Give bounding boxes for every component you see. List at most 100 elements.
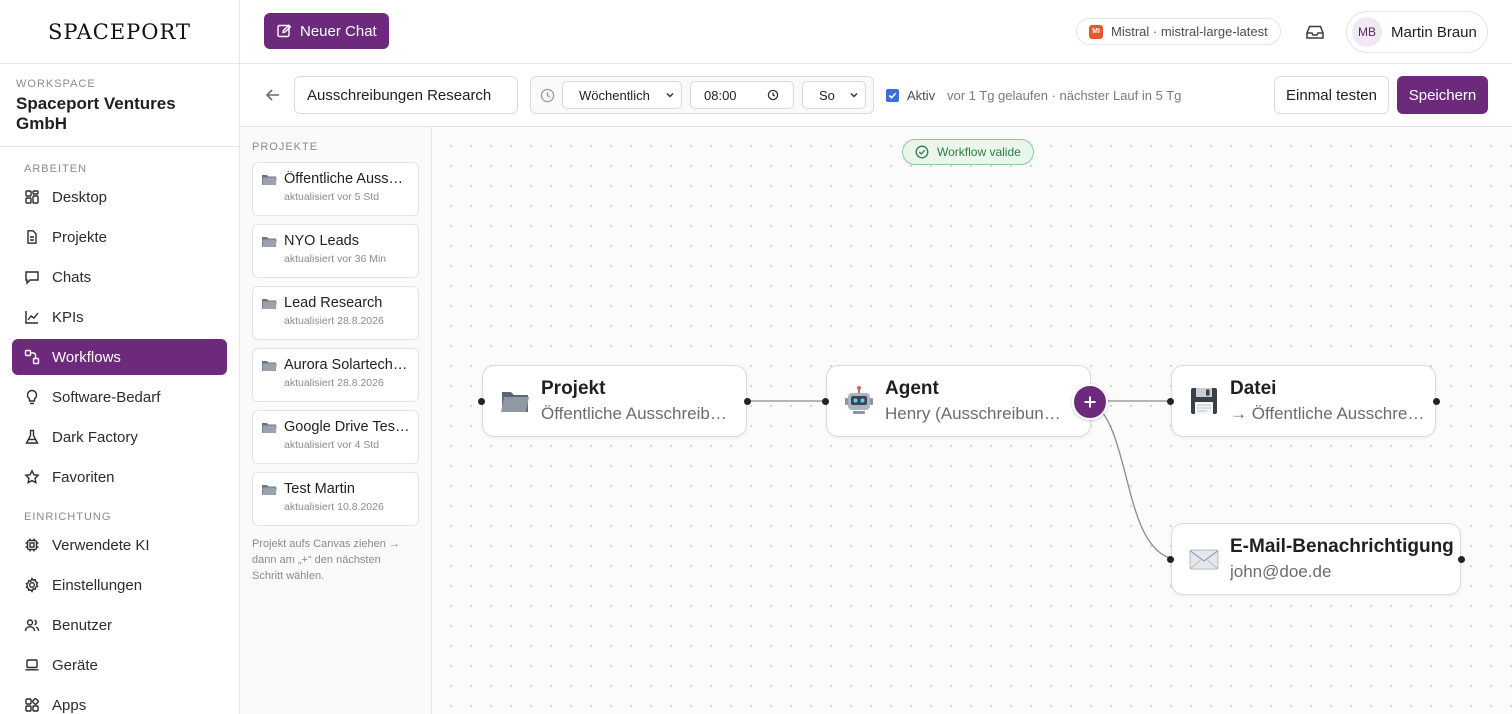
workflow-canvas[interactable]: Workflow valide Projekt Öffentliche Auss… bbox=[432, 127, 1512, 714]
project-updated: aktualisiert vor 36 Min bbox=[284, 253, 387, 265]
sidebar-item-label: Einstellungen bbox=[52, 576, 143, 594]
save-button[interactable]: Speichern bbox=[1397, 76, 1488, 114]
project-card[interactable]: NYO Leads aktualisiert vor 36 Min bbox=[252, 224, 419, 278]
frequency-select[interactable]: Wöchentlich bbox=[562, 81, 682, 109]
time-value: 08:00 bbox=[704, 87, 737, 103]
node-input-port[interactable] bbox=[1167, 398, 1174, 405]
node-email-benachrichtigung[interactable]: E-Mail-Benachrichtigung john@doe.de bbox=[1167, 523, 1465, 595]
floppy-disk-icon bbox=[1191, 388, 1217, 414]
edit-icon bbox=[277, 24, 292, 38]
test-once-button[interactable]: Einmal testen bbox=[1274, 76, 1389, 114]
sidebar-item-geraete[interactable]: Geräte bbox=[12, 647, 227, 683]
add-step-button[interactable] bbox=[1072, 384, 1108, 420]
project-card[interactable]: Lead Research aktualisiert 28.8.2026 bbox=[252, 286, 419, 340]
sidebar-item-label: Apps bbox=[52, 696, 87, 714]
project-updated: aktualisiert 28.8.2026 bbox=[284, 315, 384, 327]
folder-icon bbox=[262, 484, 277, 495]
model-selector[interactable]: MI Mistral · mistral-large-latest bbox=[1076, 18, 1281, 45]
robot-icon bbox=[845, 386, 873, 414]
workflow-status-badge: Workflow valide bbox=[902, 139, 1034, 165]
workspace-switcher[interactable]: WORKSPACE Spaceport Ventures GmbH bbox=[0, 64, 239, 147]
back-arrow-icon[interactable] bbox=[264, 86, 282, 104]
sidebar-item-label: Workflows bbox=[52, 348, 121, 366]
sidebar-item-projekte[interactable]: Projekte bbox=[12, 219, 227, 255]
node-output-port[interactable] bbox=[1433, 398, 1440, 405]
sidebar-item-dark-factory[interactable]: Dark Factory bbox=[12, 419, 227, 455]
project-card[interactable]: Test Martin aktualisiert 10.8.2026 bbox=[252, 472, 419, 526]
flask-icon bbox=[25, 429, 39, 444]
sidebar-nav-setup: Verwendete KI Einstellungen Benutzer Ger… bbox=[0, 527, 239, 714]
sidebar-item-verwendete-ki[interactable]: Verwendete KI bbox=[12, 527, 227, 563]
new-chat-label: Neuer Chat bbox=[300, 22, 377, 40]
sidebar-item-label: Projekte bbox=[52, 228, 108, 246]
sidebar-item-workflows[interactable]: Workflows bbox=[12, 339, 227, 375]
project-title: Lead Research bbox=[284, 295, 383, 311]
weekday-select[interactable]: So bbox=[802, 81, 866, 109]
project-card[interactable]: Aurora Solartechnik aktualisiert 28.8.20… bbox=[252, 348, 419, 402]
workflow-toolbar: Wöchentlich 08:00 So Aktiv vor 1 Tg gela… bbox=[240, 64, 1512, 127]
sidebar-item-benutzer[interactable]: Benutzer bbox=[12, 607, 227, 643]
sidebar: SPACEPORT WORKSPACE Spaceport Ventures G… bbox=[0, 0, 240, 714]
node-subtitle: Henry (Ausschreibung Research) bbox=[885, 404, 1065, 423]
check-circle-icon bbox=[915, 145, 929, 159]
gear-icon bbox=[25, 577, 39, 593]
sidebar-item-software-bedarf[interactable]: Software-Bedarf bbox=[12, 379, 227, 415]
node-agent[interactable]: Agent Henry (Ausschreibung Research) bbox=[822, 365, 1091, 437]
workflow-status-label: Workflow valide bbox=[937, 145, 1021, 159]
sidebar-item-kpis[interactable]: KPIs bbox=[12, 299, 227, 335]
user-menu[interactable]: MB Martin Braun bbox=[1346, 11, 1488, 53]
sidebar-item-label: Chats bbox=[52, 268, 92, 286]
project-list: Öffentliche Ausschreibungen aktualisiert… bbox=[252, 162, 419, 526]
folder-icon bbox=[262, 298, 277, 309]
sidebar-item-chats[interactable]: Chats bbox=[12, 259, 227, 295]
users-icon bbox=[24, 619, 40, 632]
project-updated: aktualisiert 28.8.2026 bbox=[284, 377, 384, 389]
sidebar-item-einstellungen[interactable]: Einstellungen bbox=[12, 567, 227, 603]
sidebar-item-label: KPIs bbox=[52, 308, 84, 326]
node-input-port[interactable] bbox=[822, 398, 829, 405]
envelope-icon bbox=[1189, 549, 1219, 570]
project-card[interactable]: Google Drive Test Projekt aktualisiert v… bbox=[252, 410, 419, 464]
workspace-name: Spaceport Ventures GmbH bbox=[16, 94, 176, 133]
node-subtitle: Öffentliche Ausschreibungen bbox=[541, 404, 736, 423]
chevron-down-icon bbox=[666, 92, 674, 98]
sidebar-item-label: Favoriten bbox=[52, 468, 115, 486]
inbox-icon[interactable] bbox=[1304, 21, 1326, 43]
sidebar-item-desktop[interactable]: Desktop bbox=[12, 179, 227, 215]
node-title: Agent bbox=[885, 378, 939, 399]
node-subtitle: john@doe.de bbox=[1230, 562, 1332, 581]
time-input[interactable]: 08:00 bbox=[690, 81, 794, 109]
folder-icon bbox=[262, 236, 277, 247]
workflow-name-input[interactable] bbox=[294, 76, 518, 114]
node-datei[interactable]: Datei → Öffentliche Ausschreibungen bbox=[1167, 365, 1440, 437]
active-toggle[interactable]: Aktiv bbox=[886, 88, 935, 103]
lightbulb-icon bbox=[26, 389, 38, 405]
plus-icon bbox=[1084, 396, 1096, 408]
node-input-port[interactable] bbox=[478, 398, 485, 405]
chevron-down-icon bbox=[850, 92, 858, 98]
schedule-settings: Wöchentlich 08:00 So bbox=[530, 76, 874, 114]
sidebar-section-work: ARBEITEN bbox=[24, 163, 88, 175]
projects-label: PROJEKTE bbox=[252, 141, 319, 153]
document-icon bbox=[27, 230, 37, 244]
user-name: Martin Braun bbox=[1391, 23, 1477, 41]
node-subtitle: → Öffentliche Ausschreibungen bbox=[1230, 404, 1425, 423]
clock-icon bbox=[540, 88, 555, 103]
avatar: MB bbox=[1352, 17, 1382, 47]
spaceport-logo[interactable]: SPACEPORT bbox=[0, 0, 239, 64]
active-checkbox[interactable] bbox=[886, 89, 899, 102]
node-input-port[interactable] bbox=[1167, 556, 1174, 563]
node-output-port[interactable] bbox=[1458, 556, 1465, 563]
node-output-port[interactable] bbox=[744, 398, 751, 405]
sidebar-item-label: Dark Factory bbox=[52, 428, 138, 446]
project-title: Google Drive Test Projekt bbox=[284, 419, 410, 435]
new-chat-button[interactable]: Neuer Chat bbox=[264, 13, 389, 49]
project-card[interactable]: Öffentliche Ausschreibungen aktualisiert… bbox=[252, 162, 419, 216]
sidebar-item-favoriten[interactable]: Favoriten bbox=[12, 459, 227, 495]
folder-icon bbox=[262, 422, 277, 433]
node-projekt[interactable]: Projekt Öffentliche Ausschreibungen bbox=[478, 365, 751, 437]
sidebar-item-apps[interactable]: Apps bbox=[12, 687, 227, 714]
chat-icon bbox=[25, 271, 39, 285]
checkmark-icon bbox=[888, 92, 897, 99]
clock-icon bbox=[767, 89, 779, 101]
